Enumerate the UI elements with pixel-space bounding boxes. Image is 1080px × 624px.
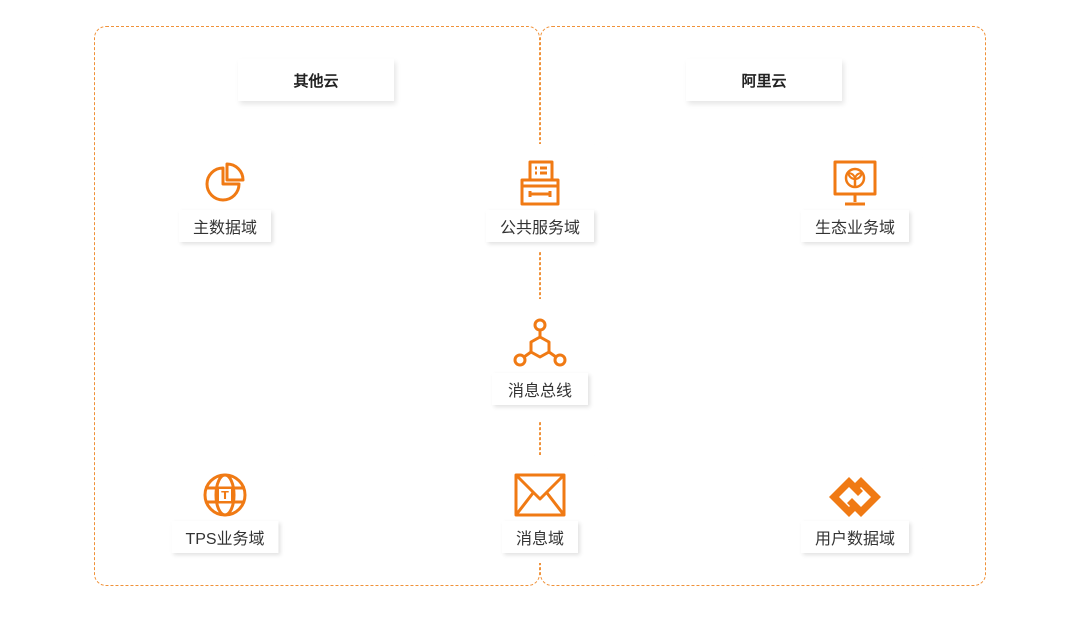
ecosystem-label: 生态业务域 (801, 210, 909, 242)
tps-business-node: T TPS业务域 (157, 455, 293, 563)
envelope-icon (514, 469, 566, 521)
message-bus-label: 消息总线 (492, 373, 588, 405)
public-service-label: 公共服务域 (486, 210, 594, 242)
globe-icon: T (199, 469, 251, 521)
message-bus-node: 消息总线 (157, 299, 923, 421)
public-service-node: 公共服务域 (472, 144, 608, 252)
alibaba-cloud-title: 阿里云 (686, 59, 842, 101)
master-data-node: 主数据域 (157, 144, 293, 252)
diagram-canvas: 其他云 阿里云 主数据域 公共服务域 生态业务域 消息总线 T TPS业务域 消… (0, 0, 1080, 624)
message-domain-label: 消息域 (502, 521, 578, 553)
tps-business-label: TPS业务域 (171, 521, 278, 553)
svg-text:T: T (221, 489, 229, 502)
ecosystem-node: 生态业务域 (787, 144, 923, 252)
other-cloud-title: 其他云 (238, 59, 394, 101)
user-data-label: 用户数据域 (801, 521, 909, 553)
fax-printer-icon (514, 158, 566, 210)
monitor-sprout-icon (829, 158, 881, 210)
message-domain-node: 消息域 (472, 455, 608, 563)
linked-diamonds-icon (829, 469, 881, 521)
pie-chart-icon (199, 158, 251, 210)
master-data-label: 主数据域 (179, 210, 271, 242)
network-nodes-icon (512, 317, 568, 373)
user-data-node: 用户数据域 (787, 455, 923, 563)
